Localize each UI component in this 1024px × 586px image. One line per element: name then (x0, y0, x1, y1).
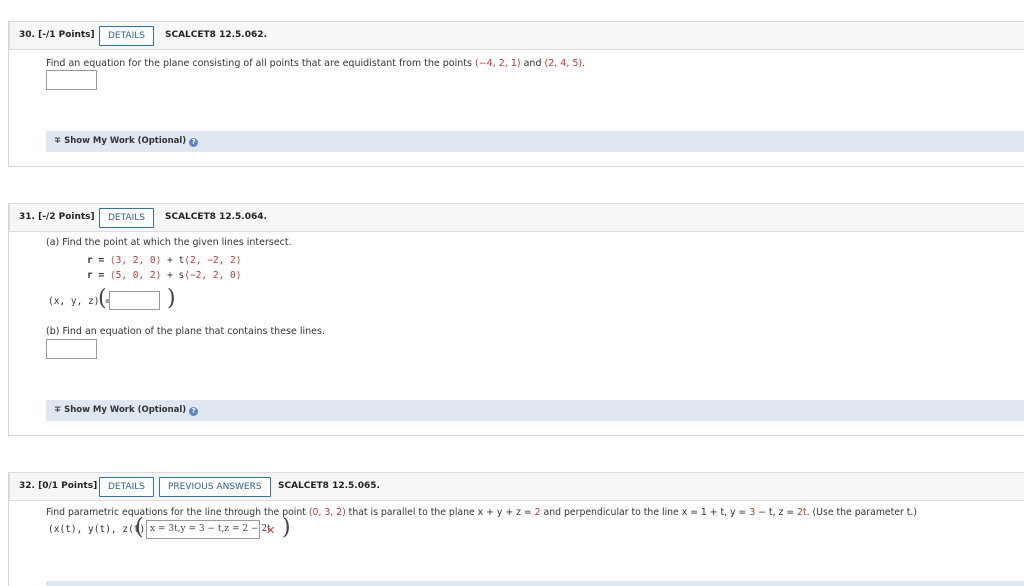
line-1-param: + t (161, 255, 185, 266)
question-code: SCALCET8 12.5.064. (165, 212, 267, 222)
prompt-and: and (520, 58, 545, 69)
line-1-direction: ⟨2, −2, 2⟩ (184, 255, 242, 266)
details-button[interactable]: DETAILS (99, 26, 154, 46)
point: (0, 3, 2) (308, 507, 346, 518)
expand-icon: ∓ (54, 405, 65, 415)
line-1-point: ⟨3, 2, 0⟩ (109, 255, 162, 266)
line-1-r: r = (87, 255, 110, 266)
line-2-equation: r = ⟨5, 0, 2⟩ + s⟨−2, 2, 0⟩ (87, 270, 241, 281)
prompt-period: . (582, 58, 586, 69)
question-header: 31. [-/2 Points] DETAILS SCALCET8 12.5.0… (9, 203, 1024, 232)
show-my-work-bar[interactable]: ∓ Show My Work (Optional)? (46, 131, 1024, 152)
help-icon[interactable]: ? (189, 407, 199, 416)
question-code: SCALCET8 12.5.065. (278, 481, 380, 491)
details-button[interactable]: DETAILS (99, 477, 154, 497)
show-my-work-label: Show My Work (Optional) (64, 136, 187, 146)
plane-equation-input[interactable] (46, 339, 97, 359)
question-number: 32. [0/1 Points] (19, 481, 98, 491)
show-my-work-bar[interactable]: ∓ Show My Work (Optional)? (46, 400, 1024, 421)
line-2-direction: ⟨−2, 2, 0⟩ (184, 270, 242, 281)
point-2: (2, 4, 5) (544, 58, 583, 69)
question-header: 30. [-/1 Points] DETAILS SCALCET8 12.5.0… (9, 21, 1024, 50)
help-icon[interactable]: ? (189, 138, 199, 147)
previous-answers-button[interactable]: PREVIOUS ANSWERS (159, 477, 271, 497)
prompt-end: . (Use the parameter t.) (806, 507, 917, 518)
part-a-prompt: (a) Find the point at which the given li… (46, 237, 292, 248)
divider (9, 166, 1024, 167)
question-32: 32. [0/1 Points] DETAILS PREVIOUS ANSWER… (8, 472, 1024, 586)
line-2-param: + s (161, 270, 185, 281)
show-my-work-toggle[interactable]: ∓ Show My Work (Optional)? (54, 136, 199, 147)
line-z-value: 2t (797, 507, 807, 518)
right-paren: ) (167, 286, 176, 311)
prompt-line-z: − t, z = (755, 507, 798, 518)
question-number: 30. [-/1 Points] (19, 30, 95, 40)
question-header: 32. [0/1 Points] DETAILS PREVIOUS ANSWER… (9, 472, 1024, 501)
show-my-work-toggle[interactable]: ∓ Show My Work (Optional)? (54, 405, 199, 416)
show-my-work-label: Show My Work (Optional) (64, 405, 187, 415)
left-paren: ( (135, 515, 144, 540)
question-30: 30. [-/1 Points] DETAILS SCALCET8 12.5.0… (8, 21, 1024, 167)
expand-icon: ∓ (54, 136, 65, 146)
part-b-prompt: (b) Find an equation of the plane that c… (46, 326, 325, 337)
details-button[interactable]: DETAILS (99, 208, 154, 228)
left-paren: ( (98, 286, 107, 311)
show-my-work-bar[interactable] (46, 581, 1024, 586)
question-prompt: Find parametric equations for the line t… (46, 507, 917, 518)
line-1-equation: r = ⟨3, 2, 0⟩ + t⟨2, −2, 2⟩ (87, 255, 241, 266)
incorrect-icon: ✕ (266, 524, 276, 537)
prompt-line: and perpendicular to the line x = 1 + t,… (540, 507, 750, 518)
plane-equation-input[interactable] (46, 70, 97, 90)
right-paren: ) (282, 515, 291, 540)
question-prompt: Find an equation for the plane consistin… (46, 58, 585, 69)
question-31: 31. [-/2 Points] DETAILS SCALCET8 12.5.0… (8, 203, 1024, 437)
question-code: SCALCET8 12.5.062. (165, 30, 267, 40)
question-number: 31. [-/2 Points] (19, 212, 95, 222)
parametric-answer-value: x = 3t,y = 3 − t,z = 2 − 2t (150, 524, 271, 534)
line-2-r: r = (87, 270, 110, 281)
divider (9, 435, 1024, 436)
point-1: (−4, 2, 1) (474, 58, 521, 69)
line-2-point: ⟨5, 0, 2⟩ (109, 270, 162, 281)
prompt-text: Find an equation for the plane consistin… (46, 58, 475, 69)
intersection-point-input[interactable] (109, 291, 160, 310)
prompt-text: Find parametric equations for the line t… (46, 507, 309, 518)
prompt-plane: that is parallel to the plane x + y + z … (345, 507, 535, 518)
parametric-answer-input[interactable]: x = 3t,y = 3 − t,z = 2 − 2t (146, 520, 271, 539)
